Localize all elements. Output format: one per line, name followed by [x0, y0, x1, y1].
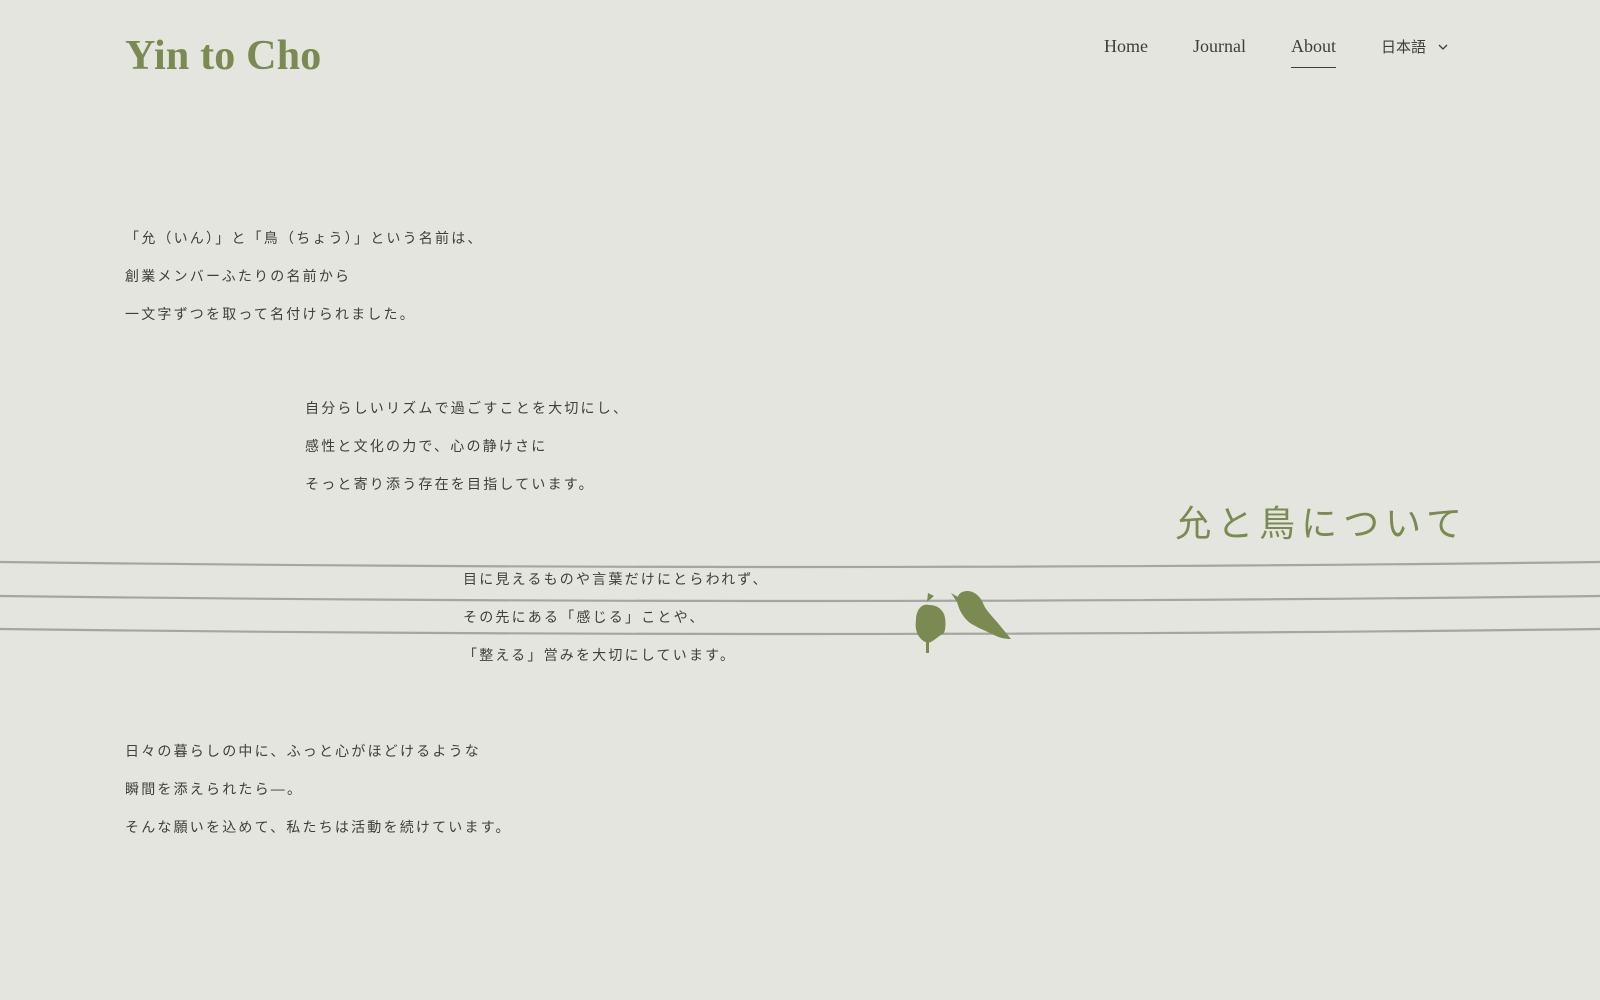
- paragraph-line: そっと寄り添う存在を目指しています。: [305, 477, 595, 493]
- birds-on-wire-icon: [0, 560, 1600, 653]
- main-nav: Home Journal About 日本語: [1104, 36, 1450, 68]
- site-logo[interactable]: Yin to Cho: [125, 28, 321, 84]
- mission-paragraph: 自分らしいリズムで過ごすことを大切にし、 感性と文化の力で、心の静けさに そっと…: [305, 390, 629, 504]
- values-paragraph: 目に見えるものや言葉だけにとらわれず、 その先にある「感じる」ことや、 「整える…: [463, 561, 769, 675]
- paragraph-line: 日々の暮らしの中に、ふっと心がほどけるような: [125, 744, 481, 760]
- language-label: 日本語: [1380, 40, 1426, 56]
- paragraph-line: 一文字ずつを取って名付けられました。: [125, 307, 416, 323]
- paragraph-line: 感性と文化の力で、心の静けさに: [305, 439, 548, 455]
- paragraph-line: 目に見えるものや言葉だけにとらわれず、: [463, 572, 769, 588]
- paragraph-line: 「允（いん）」と「鳥（ちょう）」という名前は、: [125, 231, 484, 247]
- language-selector[interactable]: 日本語: [1381, 36, 1450, 65]
- closing-paragraph: 日々の暮らしの中に、ふっと心がほどけるような 瞬間を添えられたら―。 そんな願い…: [125, 733, 512, 847]
- paragraph-line: 瞬間を添えられたら―。: [125, 782, 304, 798]
- paragraph-line: 自分らしいリズムで過ごすことを大切にし、: [305, 401, 630, 417]
- chevron-down-icon: [1438, 44, 1448, 50]
- nav-about[interactable]: About: [1290, 36, 1336, 68]
- paragraph-line: そんな願いを込めて、私たちは活動を続けています。: [125, 820, 512, 836]
- nav-journal[interactable]: Journal: [1193, 36, 1246, 65]
- paragraph-line: 創業メンバーふたりの名前から: [125, 269, 352, 285]
- intro-paragraph: 「允（いん）」と「鳥（ちょう）」という名前は、 創業メンバーふたりの名前から 一…: [125, 220, 484, 334]
- paragraph-line: 「整える」営みを大切にしています。: [463, 648, 737, 664]
- paragraph-line: その先にある「感じる」ことや、: [463, 610, 706, 626]
- nav-home[interactable]: Home: [1104, 36, 1148, 65]
- page-title: 允と鳥について: [1175, 504, 1468, 545]
